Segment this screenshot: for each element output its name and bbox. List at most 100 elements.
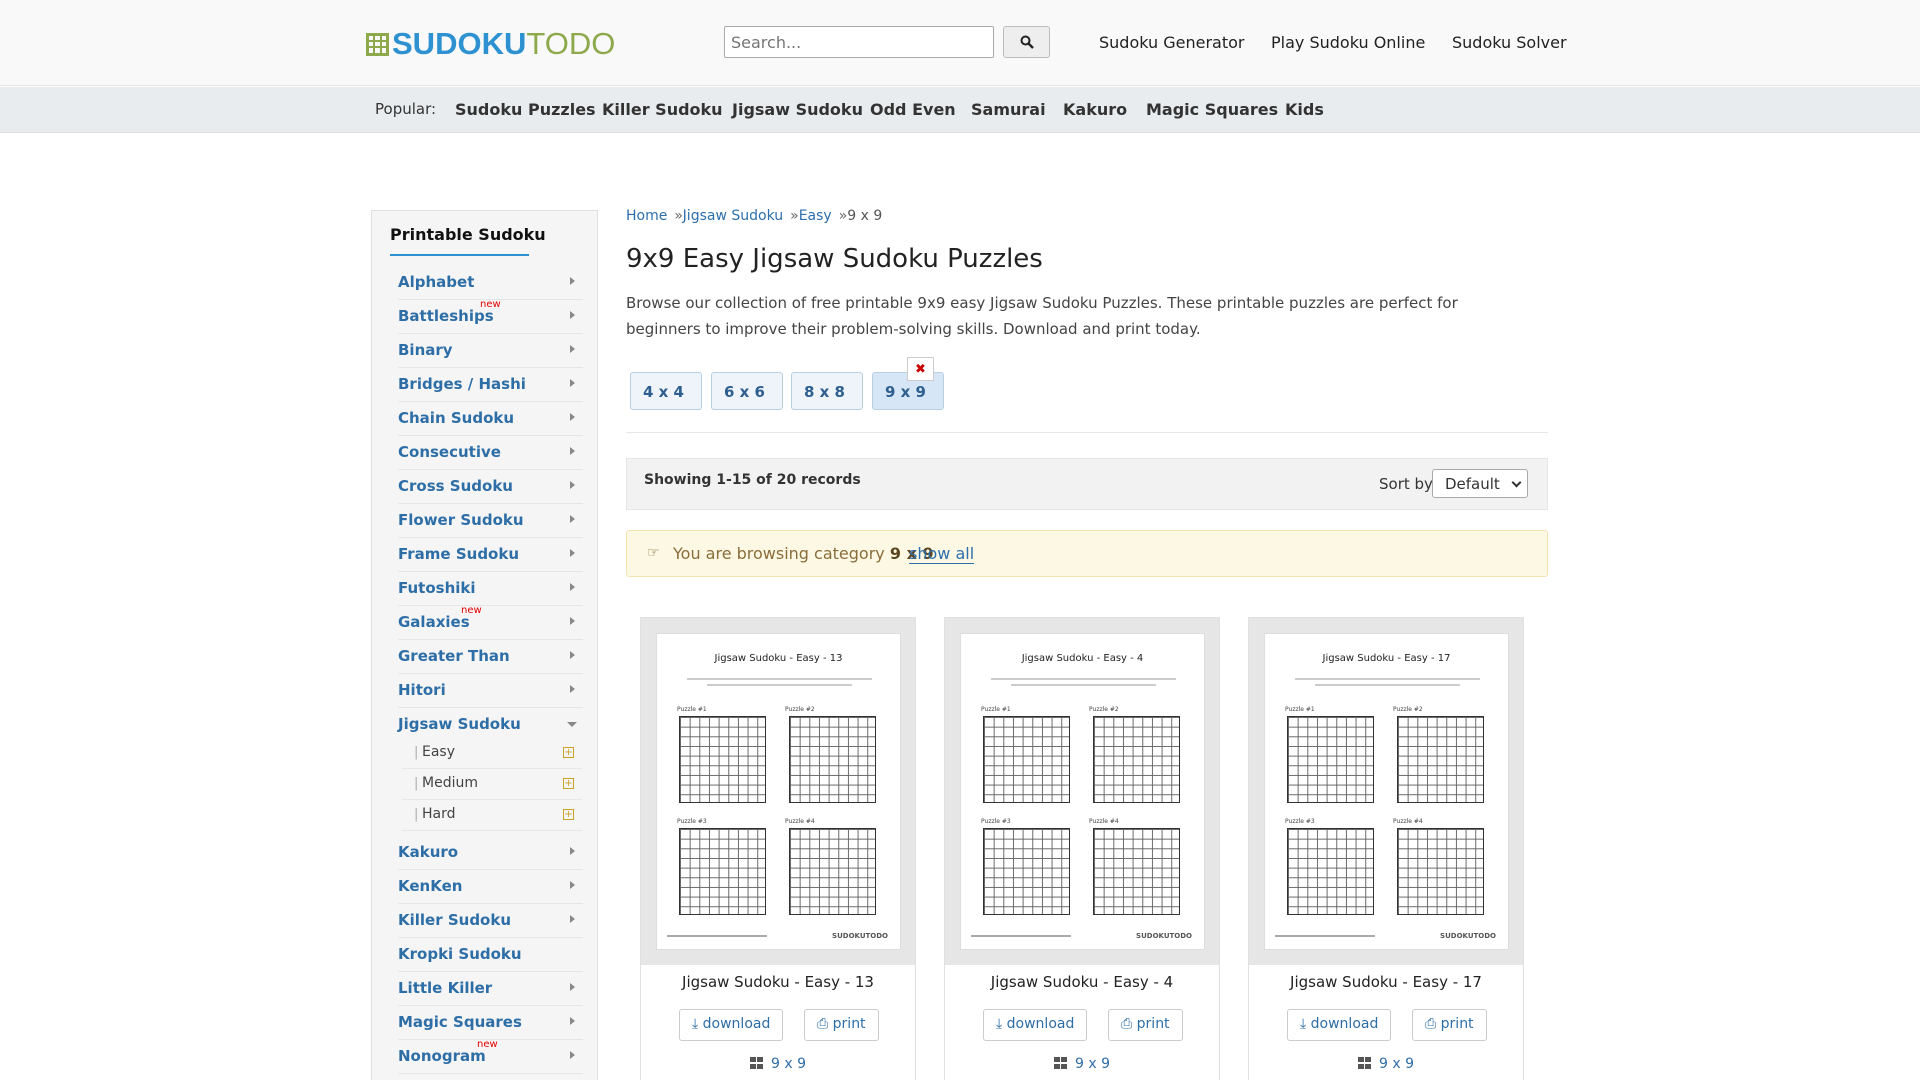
search-button[interactable] bbox=[1003, 26, 1050, 58]
popular-odd-even[interactable]: Odd Even bbox=[870, 100, 956, 119]
card-title[interactable]: Jigsaw Sudoku - Easy - 17 bbox=[1249, 973, 1523, 991]
size-filter-8x8[interactable]: 8 x 8 bbox=[791, 372, 863, 410]
sidebar-item-label: Bridges / Hashi bbox=[398, 375, 526, 393]
thumbnail-footer-line bbox=[971, 935, 1071, 937]
expand-plus-icon[interactable]: + bbox=[563, 809, 574, 820]
sidebar-item-frame-sudoku[interactable]: Frame Sudoku bbox=[398, 538, 583, 572]
popular-killer-sudoku[interactable]: Killer Sudoku bbox=[602, 100, 723, 119]
sidebar-item-binary[interactable]: Binary bbox=[398, 334, 583, 368]
sudoku-grid bbox=[1397, 828, 1484, 915]
show-all-link[interactable]: show all bbox=[909, 544, 975, 564]
download-button[interactable]: ⤓ download bbox=[983, 1009, 1088, 1041]
caret-right-icon bbox=[570, 1051, 575, 1059]
sudoku-grid bbox=[679, 828, 766, 915]
puzzle-label: Puzzle #3 bbox=[981, 818, 1011, 825]
download-button[interactable]: ⤓ download bbox=[1287, 1009, 1392, 1041]
puzzle-label: Puzzle #4 bbox=[785, 818, 815, 825]
card-size[interactable]: 9 x 9 bbox=[641, 1056, 915, 1072]
nav-sudoku-generator[interactable]: Sudoku Generator bbox=[1099, 33, 1245, 52]
sidebar-item-kenken[interactable]: KenKen bbox=[398, 870, 583, 904]
thumbnail-frame[interactable]: Jigsaw Sudoku - Easy - 4 Puzzle #1 Puzzl… bbox=[945, 618, 1219, 965]
sidebar-item-cross-sudoku[interactable]: Cross Sudoku bbox=[398, 470, 583, 504]
sidebar-item-battleships[interactable]: Battleships new bbox=[398, 299, 583, 334]
new-badge: new bbox=[461, 605, 482, 616]
sidebar-item-label: Chain Sudoku bbox=[398, 409, 515, 427]
sidebar-item-label: Greater Than bbox=[398, 647, 510, 665]
top-header: SUDOKUTODO Sudoku Generator Play Sudoku … bbox=[0, 0, 1920, 86]
card-size[interactable]: 9 x 9 bbox=[1249, 1056, 1523, 1072]
sidebar-item-killer-sudoku[interactable]: Killer Sudoku bbox=[398, 904, 583, 938]
popular-kakuro[interactable]: Kakuro bbox=[1063, 100, 1127, 119]
download-button[interactable]: ⤓ download bbox=[679, 1009, 784, 1041]
nav-play-sudoku-online[interactable]: Play Sudoku Online bbox=[1271, 33, 1425, 52]
popular-sudoku-puzzles[interactable]: Sudoku Puzzles bbox=[455, 100, 596, 119]
thumbnail-brand: SUDOKUTODO bbox=[1136, 932, 1192, 940]
breadcrumb-jigsaw-sudoku[interactable]: Jigsaw Sudoku bbox=[683, 208, 783, 224]
popular-kids[interactable]: Kids bbox=[1285, 100, 1324, 119]
nav-sudoku-solver[interactable]: Sudoku Solver bbox=[1452, 33, 1567, 52]
sidebar-item-chain-sudoku[interactable]: Chain Sudoku bbox=[398, 402, 583, 436]
size-filter-4x4[interactable]: 4 x 4 bbox=[630, 372, 702, 410]
sidebar: Printable Sudoku Alphabet Battleships new… bbox=[371, 210, 598, 1080]
sidebar-item-nonogram[interactable]: Nonogram new bbox=[398, 1039, 583, 1074]
thumbnail-text-line bbox=[1011, 684, 1156, 686]
puzzle-thumbnail[interactable]: Jigsaw Sudoku - Easy - 4 Puzzle #1 Puzzl… bbox=[960, 633, 1205, 950]
thumbnail-footer-line bbox=[667, 935, 767, 937]
thumbnail-title: Jigsaw Sudoku - Easy - 17 bbox=[1322, 653, 1451, 664]
sort-select[interactable]: Default bbox=[1432, 469, 1528, 498]
breadcrumb-separator: » bbox=[674, 208, 683, 224]
records-bar: Showing 1-15 of 20 records Sort by: Defa… bbox=[626, 458, 1548, 510]
print-label: print bbox=[832, 1016, 866, 1032]
sidebar-item-label: Nonogram bbox=[398, 1047, 486, 1065]
sidebar-item-greater-than[interactable]: Greater Than bbox=[398, 640, 583, 674]
records-count: Showing 1-15 of 20 records bbox=[644, 472, 861, 488]
puzzle-label: Puzzle #4 bbox=[1089, 818, 1119, 825]
sidebar-subitem-easy[interactable]: | Easy + bbox=[402, 738, 582, 769]
sidebar-item-futoshiki[interactable]: Futoshiki bbox=[398, 572, 583, 606]
sidebar-item-consecutive[interactable]: Consecutive bbox=[398, 436, 583, 470]
sidebar-item-kropki-sudoku[interactable]: Kropki Sudoku bbox=[398, 938, 583, 972]
sidebar-item-bridges-hashi[interactable]: Bridges / Hashi bbox=[398, 368, 583, 402]
card-title[interactable]: Jigsaw Sudoku - Easy - 13 bbox=[641, 973, 915, 991]
thumbnail-frame[interactable]: Jigsaw Sudoku - Easy - 13 Puzzle #1 Puzz… bbox=[641, 618, 915, 965]
puzzle-thumbnail[interactable]: Jigsaw Sudoku - Easy - 17 Puzzle #1 Puzz… bbox=[1264, 633, 1509, 950]
sidebar-item-magic-squares[interactable]: Magic Squares bbox=[398, 1006, 583, 1040]
sidebar-item-flower-sudoku[interactable]: Flower Sudoku bbox=[398, 504, 583, 538]
sidebar-subitem-hard[interactable]: | Hard + bbox=[402, 800, 582, 831]
puzzle-label: Puzzle #3 bbox=[677, 818, 707, 825]
site-logo[interactable]: SUDOKU TODO bbox=[366, 26, 615, 61]
caret-right-icon bbox=[570, 583, 575, 591]
size-filter-6x6[interactable]: 6 x 6 bbox=[711, 372, 783, 410]
breadcrumb-easy[interactable]: Easy bbox=[799, 208, 832, 224]
search-input[interactable] bbox=[724, 26, 994, 58]
card-size[interactable]: 9 x 9 bbox=[945, 1056, 1219, 1072]
sidebar-title-underline bbox=[390, 254, 529, 256]
sidebar-item-kakuro[interactable]: Kakuro bbox=[398, 836, 583, 870]
thumbnail-frame[interactable]: Jigsaw Sudoku - Easy - 17 Puzzle #1 Puzz… bbox=[1249, 618, 1523, 965]
card-title[interactable]: Jigsaw Sudoku - Easy - 4 bbox=[945, 973, 1219, 991]
tree-line-icon: | bbox=[414, 807, 419, 822]
sidebar-subitem-medium[interactable]: | Medium + bbox=[402, 769, 582, 800]
thumbnail-brand: SUDOKUTODO bbox=[832, 932, 888, 940]
popular-samurai[interactable]: Samurai bbox=[971, 100, 1046, 119]
print-button[interactable]: ⎙ print bbox=[1108, 1009, 1183, 1041]
expand-plus-icon[interactable]: + bbox=[563, 747, 574, 758]
print-label: print bbox=[1440, 1016, 1474, 1032]
expand-plus-icon[interactable]: + bbox=[563, 778, 574, 789]
popular-magic-squares[interactable]: Magic Squares bbox=[1146, 100, 1278, 119]
sidebar-item-galaxies[interactable]: Galaxies new bbox=[398, 605, 583, 640]
sidebar-item-little-killer[interactable]: Little Killer bbox=[398, 972, 583, 1006]
print-button[interactable]: ⎙ print bbox=[1412, 1009, 1487, 1041]
breadcrumb-home[interactable]: Home bbox=[626, 208, 667, 224]
caret-right-icon bbox=[570, 1017, 575, 1025]
popular-jigsaw-sudoku[interactable]: Jigsaw Sudoku bbox=[732, 100, 863, 119]
card-size-label: 9 x 9 bbox=[1075, 1056, 1110, 1072]
sidebar-item-alphabet[interactable]: Alphabet bbox=[398, 266, 583, 300]
sidebar-item-jigsaw-sudoku[interactable]: Jigsaw Sudoku bbox=[398, 708, 583, 742]
print-icon: ⎙ bbox=[817, 1016, 829, 1032]
print-button[interactable]: ⎙ print bbox=[804, 1009, 879, 1041]
puzzle-thumbnail[interactable]: Jigsaw Sudoku - Easy - 13 Puzzle #1 Puzz… bbox=[656, 633, 901, 950]
sidebar-item-hitori[interactable]: Hitori bbox=[398, 674, 583, 708]
puzzle-label: Puzzle #1 bbox=[981, 706, 1011, 713]
remove-filter-button[interactable]: ✖ bbox=[907, 357, 934, 381]
